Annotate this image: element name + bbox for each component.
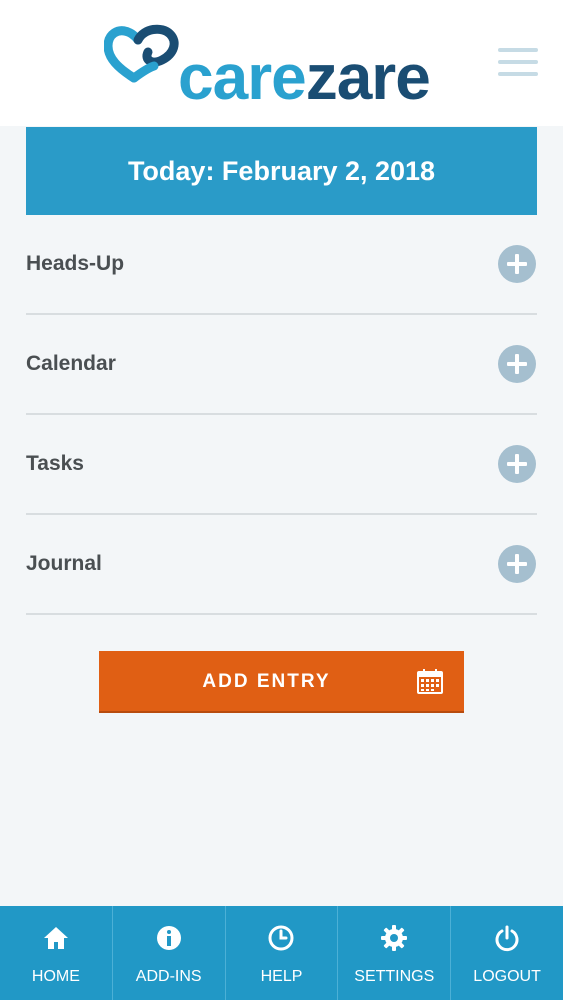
hamburger-menu-icon[interactable] [496, 44, 540, 80]
brand-part-care: care [178, 41, 307, 113]
section-heads-up[interactable]: Heads-Up [26, 215, 537, 315]
nav-label: ADD-INS [135, 968, 202, 985]
add-entry-button[interactable]: ADD ENTRY [99, 651, 464, 711]
carezare-logo[interactable]: carezare [104, 22, 464, 112]
plus-circle-icon[interactable] [498, 345, 536, 383]
info-icon [156, 926, 181, 950]
plus-circle-icon[interactable] [498, 545, 536, 583]
nav-add-ins[interactable]: ADD-INS [113, 906, 226, 1000]
heart-logo-icon [104, 24, 179, 83]
add-entry-label: ADD ENTRY [202, 671, 331, 692]
section-label: Tasks [26, 452, 84, 475]
power-icon [495, 925, 519, 952]
plus-circle-icon[interactable] [498, 245, 536, 283]
clock-icon [268, 925, 294, 951]
bottom-navigation: HOME ADD-INS HELP SETTINGS LOGOUT [0, 906, 563, 1000]
section-tasks[interactable]: Tasks [26, 415, 537, 515]
brand-wordmark: carezare [178, 41, 431, 113]
nav-home[interactable]: HOME [0, 906, 113, 1000]
home-icon [43, 927, 68, 949]
nav-settings[interactable]: SETTINGS [338, 906, 452, 1000]
section-calendar[interactable]: Calendar [26, 315, 537, 415]
plus-circle-icon[interactable] [498, 445, 536, 483]
section-label: Calendar [26, 352, 116, 375]
app-header: carezare [0, 0, 563, 126]
gear-icon [381, 925, 408, 951]
section-list: Heads-Up Calendar Tasks Journal [26, 215, 537, 615]
section-label: Heads-Up [26, 252, 125, 275]
brand-part-zare: zare [305, 41, 431, 113]
nav-label: SETTINGS [354, 968, 435, 985]
calendar-icon [417, 669, 443, 694]
section-label: Journal [26, 552, 102, 575]
section-journal[interactable]: Journal [26, 515, 537, 615]
nav-logout[interactable]: LOGOUT [451, 906, 563, 1000]
nav-label: LOGOUT [473, 968, 541, 985]
today-date-banner: Today: February 2, 2018 [26, 127, 537, 215]
nav-label: HELP [260, 968, 303, 985]
nav-label: HOME [31, 968, 80, 985]
nav-help[interactable]: HELP [226, 906, 339, 1000]
